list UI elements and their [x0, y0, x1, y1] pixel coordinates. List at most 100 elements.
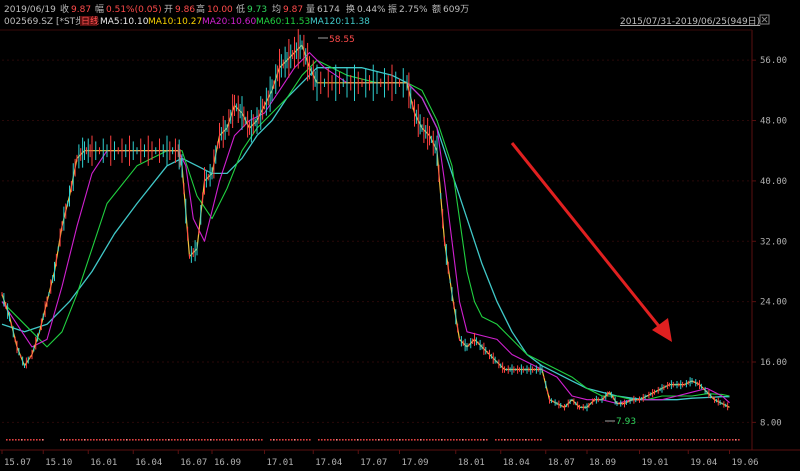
event-dot [39, 439, 41, 441]
event-dot [564, 439, 566, 441]
event-dot [33, 439, 35, 441]
event-dot [735, 439, 737, 441]
event-dot [522, 439, 524, 441]
event-dot [12, 439, 14, 441]
event-dot [369, 439, 371, 441]
chart-background [0, 0, 800, 471]
y-tick-label: 40.00 [760, 177, 787, 187]
event-dot [561, 439, 563, 441]
event-dot [396, 439, 398, 441]
event-dot [435, 439, 437, 441]
y-tick-label: 24.00 [760, 298, 787, 308]
event-dot [300, 439, 302, 441]
event-dot [387, 439, 389, 441]
event-dot [414, 439, 416, 441]
event-dot [696, 439, 698, 441]
event-dot [690, 439, 692, 441]
event-dot [282, 439, 284, 441]
event-dot [72, 439, 74, 441]
event-dot [660, 439, 662, 441]
x-tick-label: 16.04 [135, 458, 162, 468]
event-dot [537, 439, 539, 441]
event-dot [654, 439, 656, 441]
event-dot [78, 439, 80, 441]
legend-mode[interactable]: 日线 [81, 15, 99, 27]
header-high-value: 10.00 [207, 5, 233, 15]
event-dot [498, 439, 500, 441]
event-dot [330, 439, 332, 441]
event-dot [117, 439, 119, 441]
event-dot [582, 439, 584, 441]
event-dot [213, 439, 215, 441]
event-dot [645, 439, 647, 441]
event-dot [423, 439, 425, 441]
y-tick-label: 48.00 [760, 117, 787, 127]
event-dot [474, 439, 476, 441]
event-dot [726, 439, 728, 441]
event-dot [408, 439, 410, 441]
x-tick-label: 16.01 [90, 458, 117, 468]
event-dot [447, 439, 449, 441]
header-turnover-value: 0.44% [357, 5, 386, 15]
event-dot [486, 439, 488, 441]
event-dot [294, 439, 296, 441]
header-amount-label: 额 [432, 3, 441, 15]
event-dot [357, 439, 359, 441]
event-dot [129, 439, 131, 441]
event-dot [363, 439, 365, 441]
header-volume-label: 量 [306, 4, 315, 15]
header-avg-value: 9.87 [283, 5, 303, 15]
x-tick-label: 15.07 [4, 458, 31, 468]
event-dot [291, 439, 293, 441]
event-dot [249, 439, 251, 441]
event-dot [738, 439, 740, 441]
event-dot [420, 439, 422, 441]
event-dot [471, 439, 473, 441]
event-dot [243, 439, 245, 441]
event-dot [708, 439, 710, 441]
legend-ma5: MA5:10.10 [100, 17, 149, 27]
event-dot [732, 439, 734, 441]
x-tick-label: 17.09 [402, 458, 429, 468]
event-dot [438, 439, 440, 441]
event-dot [393, 439, 395, 441]
header-close-label: 收 [60, 3, 69, 15]
event-dot [303, 439, 305, 441]
event-dot [222, 439, 224, 441]
event-dot [30, 439, 32, 441]
event-dot [699, 439, 701, 441]
event-dot [441, 439, 443, 441]
low-marker-label: 7.93 [616, 417, 636, 427]
event-dot [144, 439, 146, 441]
event-dot [339, 439, 341, 441]
event-dot [681, 439, 683, 441]
x-tick-label: 19.04 [690, 458, 717, 468]
date-range-label[interactable]: 2015/07/31-2019/06/25(949日) [620, 16, 760, 27]
event-dot [432, 439, 434, 441]
event-dot [105, 439, 107, 441]
header-change-label: 幅 [95, 3, 104, 15]
event-dot [417, 439, 419, 441]
event-dot [603, 439, 605, 441]
event-dot [171, 439, 173, 441]
event-dot [663, 439, 665, 441]
event-dot [15, 439, 17, 441]
event-dot [585, 439, 587, 441]
header-low-label: 低 [236, 3, 245, 15]
event-dot [606, 439, 608, 441]
event-dot [480, 439, 482, 441]
event-dot [183, 439, 185, 441]
event-dot [69, 439, 71, 441]
event-dot [384, 439, 386, 441]
event-dot [459, 439, 461, 441]
header-change-value: 0.51%(0.05) [106, 5, 162, 15]
event-dot [156, 439, 158, 441]
event-dot [531, 439, 533, 441]
legend-ma120: MA120:11.38 [310, 17, 370, 27]
event-dot [276, 439, 278, 441]
header-amplitude-label: 振 [388, 3, 397, 15]
header-high-label: 高 [196, 3, 205, 15]
event-dot [399, 439, 401, 441]
event-dot [483, 439, 485, 441]
event-dot [198, 439, 200, 441]
